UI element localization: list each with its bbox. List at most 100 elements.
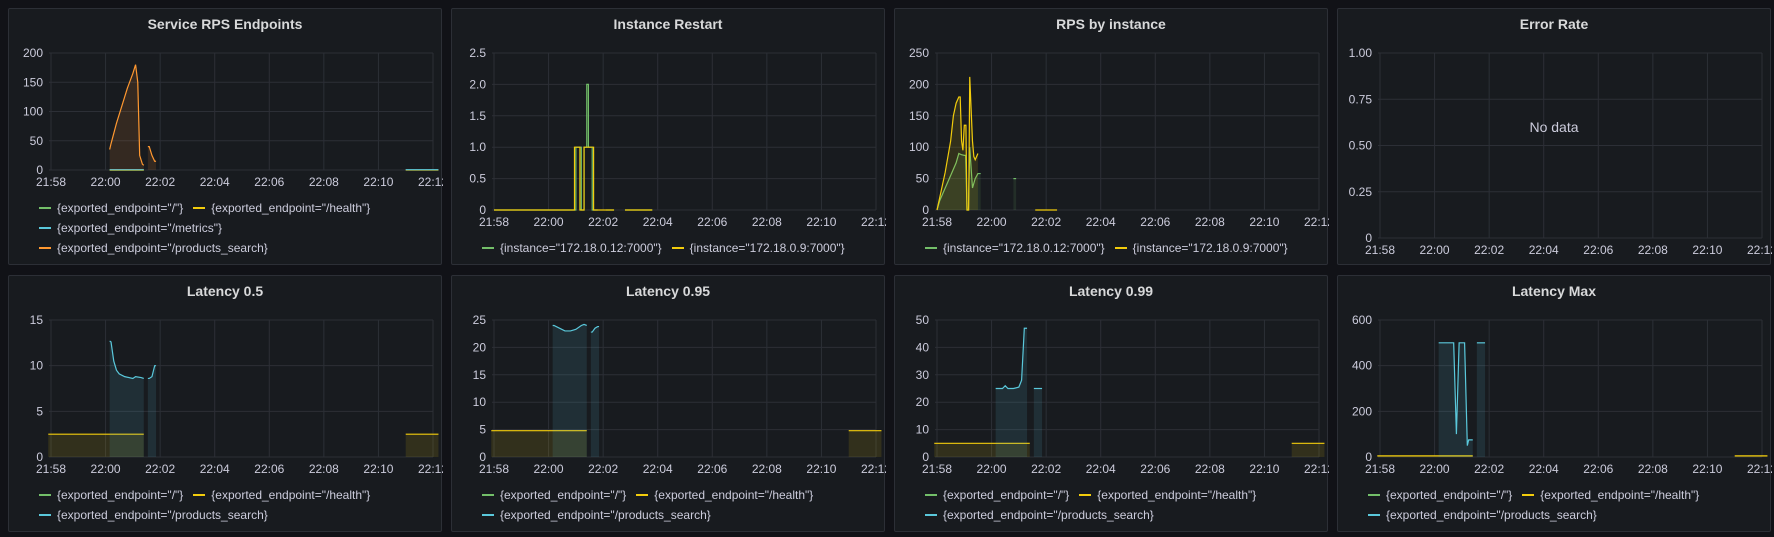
legend-item[interactable]: {exported_endpoint="/"} <box>925 485 1069 505</box>
series-area <box>405 434 439 457</box>
legend-swatch <box>1522 493 1535 496</box>
x-tick-label: 22:12 <box>861 462 886 476</box>
x-tick-label: 22:04 <box>1529 243 1559 257</box>
legend-item[interactable]: {exported_endpoint="/health"} <box>1522 485 1699 505</box>
x-tick-label: 22:08 <box>1638 462 1668 476</box>
graph-canvas[interactable]: 05010015020025021:58 22:00 22:02 22:04 22:06… <box>895 9 1329 266</box>
legend-item[interactable]: {exported_endpoint="/"} <box>482 485 626 505</box>
y-tick-label: 0.50 <box>1349 139 1373 153</box>
x-tick-label: 22:10 <box>1692 243 1722 257</box>
legend-item[interactable]: {instance="172.18.0.12:7000"} <box>482 238 662 258</box>
legend-item[interactable]: {instance="172.18.0.12:7000"} <box>925 238 1105 258</box>
legend-item[interactable]: {exported_endpoint="/health"} <box>636 485 813 505</box>
panel-latency-max[interactable]: Latency Max 0 200 400 600 21:58 22:00 22:02 22:0… <box>1337 275 1772 532</box>
x-tick-label: 22:06 <box>1583 243 1613 257</box>
legend-item[interactable]: {exported_endpoint="/products_search} <box>39 238 268 258</box>
x-tick-label: 22:00 <box>534 462 564 476</box>
x-tick-label: 22:04 <box>1086 462 1116 476</box>
x-tick-label: 22:02 <box>145 462 175 476</box>
legend-item[interactable]: {exported_endpoint="/health"} <box>1079 485 1256 505</box>
legend-swatch <box>1114 246 1127 249</box>
x-tick-label: 21:58 <box>922 215 952 229</box>
x-tick-label: 22:10 <box>1249 462 1279 476</box>
legend-item[interactable]: {exported_endpoint="/products_search} <box>39 505 268 525</box>
legend-row: {exported_endpoint="/"} {exported_endpoin… <box>1368 485 1764 505</box>
x-tick-label: 22:04 <box>1529 462 1559 476</box>
legend-label: {instance="172.18.0.12:7000"} <box>943 241 1105 255</box>
y-tick-label: 15 <box>473 368 487 382</box>
legend-label: {exported_endpoint="/products_search} <box>57 241 268 255</box>
legend-swatch <box>482 493 494 496</box>
y-tick-label: 1.0 <box>469 140 486 154</box>
legend-label: {exported_endpoint="/products_search} <box>1386 508 1597 522</box>
series-area <box>937 76 978 210</box>
x-tick-label: 22:00 <box>977 215 1007 229</box>
x-tick-label: 22:02 <box>1031 215 1061 229</box>
legend-item[interactable]: {exported_endpoint="/products_search} <box>1368 505 1597 525</box>
y-tick-label: 2.5 <box>469 46 486 60</box>
y-tick-label: 600 <box>1352 313 1372 327</box>
x-tick-label: 22:00 <box>1420 243 1450 257</box>
legend: {instance="172.18.0.12:7000"} {instance="… <box>482 238 878 258</box>
x-tick-label: 22:00 <box>1420 462 1450 476</box>
y-tick-label: 50 <box>30 134 44 148</box>
legend-label: {exported_endpoint="/health"} <box>1097 488 1257 502</box>
x-tick-label: 22:02 <box>1474 462 1504 476</box>
legend-item[interactable]: {exported_endpoint="/"} <box>39 198 183 218</box>
legend-item[interactable]: {exported_endpoint="/"} <box>39 485 183 505</box>
panel-latency-05[interactable]: Latency 0.5 0 5 10 15 21:58 22:00 22:02 22:04 22:… <box>8 275 443 532</box>
legend-swatch <box>482 513 494 516</box>
panel-instance-restart[interactable]: Instance Restart 0 0.5 1.0 1.5 2.0 2.5 21:58 22:… <box>451 8 886 266</box>
x-tick-label: 22:06 <box>1140 462 1170 476</box>
legend-item[interactable]: {exported_endpoint="/health"} <box>193 198 370 218</box>
legend-swatch <box>671 246 684 249</box>
x-tick-label: 21:58 <box>1365 243 1395 257</box>
legend-swatch <box>39 513 51 516</box>
legend-item[interactable]: {instance="172.18.0.9:7000"} <box>671 238 845 258</box>
legend-swatch <box>925 493 937 496</box>
series-area <box>1013 178 1017 210</box>
x-tick-label: 22:04 <box>1086 215 1116 229</box>
x-tick-label: 22:02 <box>145 175 175 189</box>
y-tick-label: 150 <box>909 109 929 123</box>
legend-item[interactable]: {exported_endpoint="/"} <box>1368 485 1512 505</box>
legend-item[interactable]: {instance="172.18.0.9:7000"} <box>1114 238 1288 258</box>
legend-row: {exported_endpoint="/"} {exported_endpoin… <box>482 485 878 505</box>
y-tick-label: 2.0 <box>469 77 486 91</box>
legend-swatch <box>1368 493 1380 496</box>
legend-item[interactable]: {exported_endpoint="/metrics"} <box>39 218 222 238</box>
legend-row: {exported_endpoint="/"} {exported_endpoin… <box>925 485 1321 505</box>
x-tick-label: 22:10 <box>363 462 393 476</box>
graph-canvas[interactable]: 00.51.01.52.02.521:58 22:00 22:02 22:04 22:0… <box>452 9 886 266</box>
panel-latency-095[interactable]: Latency 0.95 0 5 10 15 20 25 21:58 22:00 22:02 22:… <box>451 275 886 532</box>
legend-row: {instance="172.18.0.12:7000"} {instance="… <box>925 238 1321 258</box>
y-tick-label: 5 <box>36 404 43 418</box>
legend-swatch <box>39 493 51 496</box>
y-tick-label: 5 <box>479 423 486 437</box>
series-area <box>1476 342 1486 457</box>
legend-swatch <box>1079 493 1092 496</box>
x-tick-label: 22:08 <box>309 462 339 476</box>
x-tick-label: 22:04 <box>200 462 230 476</box>
legend-label: {exported_endpoint="/health"} <box>211 201 371 215</box>
panel-error-rate[interactable]: Error Rate 0 0.25 0.50 0.75 1.00 21:58 22:00 22:… <box>1337 8 1772 266</box>
legend-item[interactable]: {exported_endpoint="/products_search} <box>482 505 711 525</box>
x-tick-label: 22:10 <box>363 175 393 189</box>
panel-service-rps-endpoints[interactable]: Service RPS Endpoints 0 50 100 150 200 21:58 22… <box>8 8 443 265</box>
legend-label: {exported_endpoint="/health"} <box>211 488 371 502</box>
y-tick-label: 100 <box>909 140 929 154</box>
y-tick-label: 200 <box>909 77 929 91</box>
graph-canvas[interactable]: 00.250.500.751.0021:58 22:00 22:02 22:04 22:… <box>1338 9 1772 266</box>
legend: {exported_endpoint="/"} {exported_endpoin… <box>482 485 878 525</box>
x-tick-label: 21:58 <box>479 462 509 476</box>
panel-rps-by-instance[interactable]: RPS by instance 0 50 100 150 200 250 21:58 22:00… <box>894 8 1329 266</box>
panel-latency-099[interactable]: Latency 0.99 0 10 20 30 40 50 21:58 22:00 22:02 22… <box>894 275 1329 532</box>
legend: {instance="172.18.0.12:7000"} {instance="… <box>925 238 1321 258</box>
x-tick-label: 22:10 <box>1249 215 1279 229</box>
legend-item[interactable]: {exported_endpoint="/health"} <box>193 485 370 505</box>
legend-label: {exported_endpoint="/"} <box>57 201 184 215</box>
legend-label: {exported_endpoint="/"} <box>57 488 184 502</box>
legend: {exported_endpoint="/"} {exported_endpoin… <box>39 485 435 525</box>
legend-item[interactable]: {exported_endpoint="/products_search} <box>925 505 1154 525</box>
y-tick-label: 400 <box>1352 359 1372 373</box>
